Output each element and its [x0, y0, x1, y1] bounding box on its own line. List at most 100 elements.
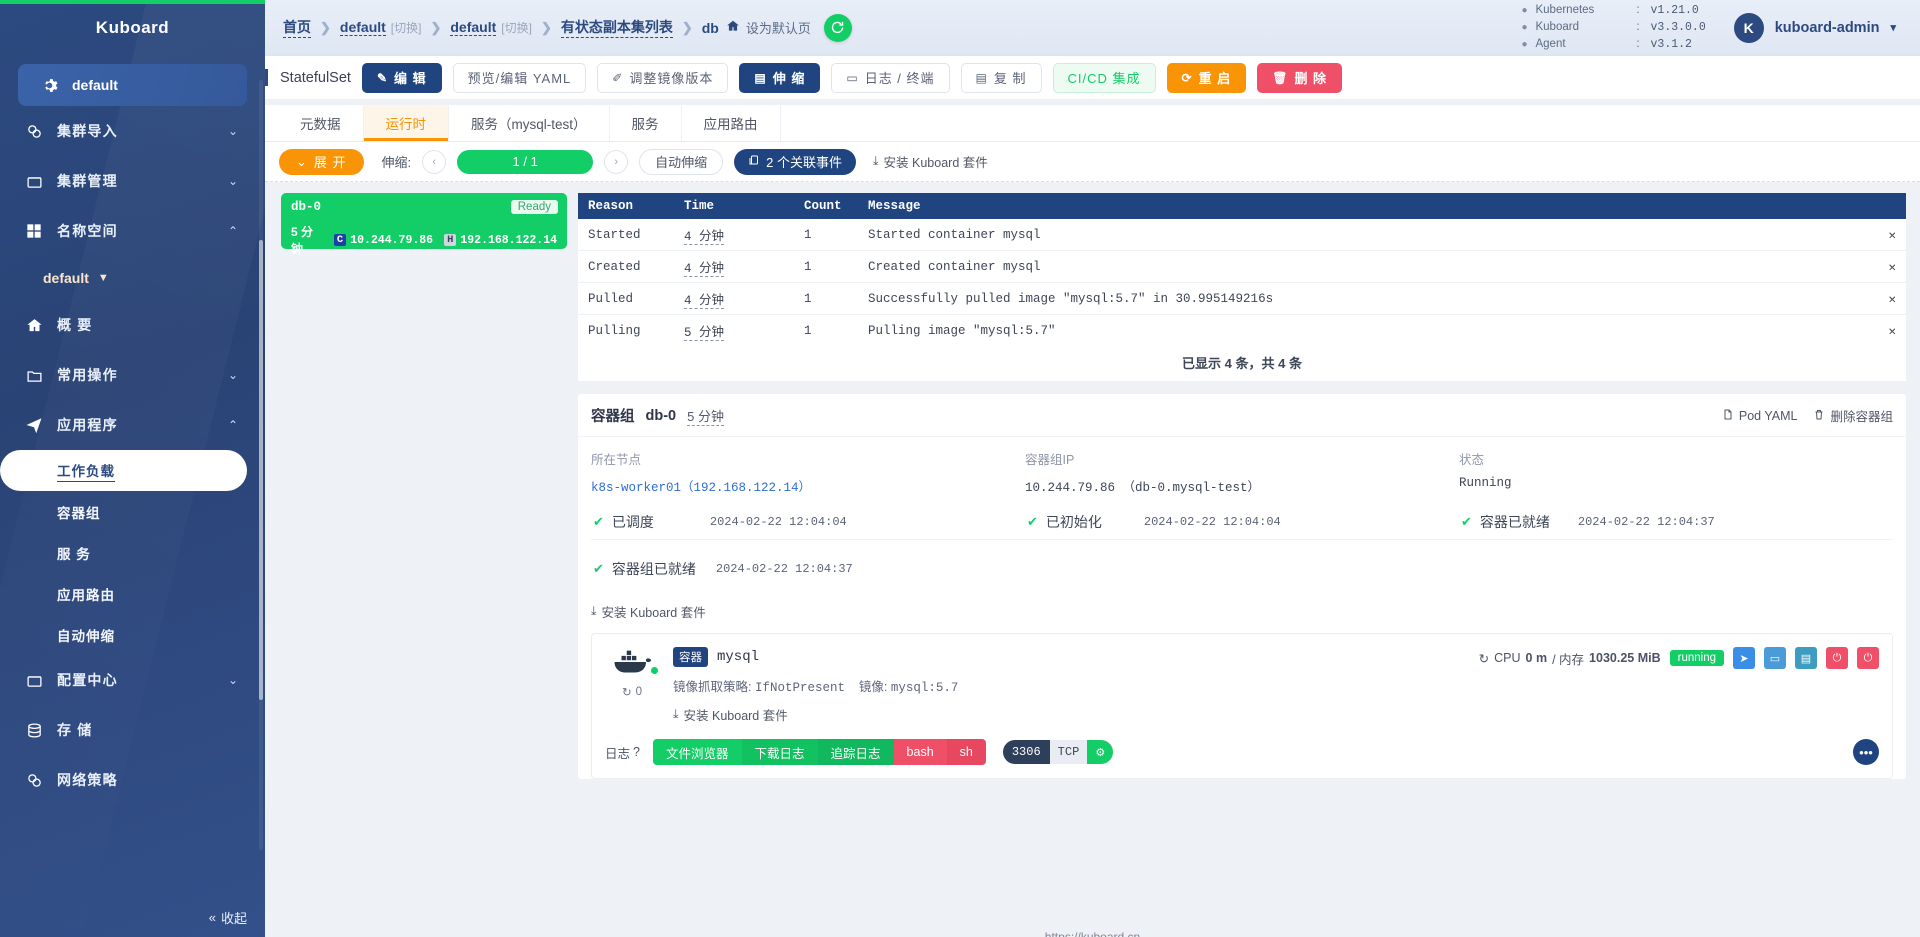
pencil-icon: ✎ [376, 70, 388, 85]
sidebar-item-cluster-import[interactable]: 集群导入 ⌄ [0, 106, 265, 156]
tab-metadata[interactable]: 元数据 [278, 105, 364, 141]
sidebar-item-common-ops[interactable]: 常用操作 ⌄ [0, 350, 265, 400]
set-default-page-button[interactable]: 设为默认页 [726, 18, 811, 37]
sidebar-item-applications[interactable]: 应用程序 ⌃ [0, 400, 265, 450]
trace-logs-button[interactable]: 追踪日志 [817, 739, 894, 765]
edit-button[interactable]: ✎ 编 辑 [361, 62, 442, 93]
container-log-row: 日志 ? 文件浏览器 下载日志 追踪日志 bash sh 3306 TCP ⚙ … [605, 739, 1879, 765]
sidebar-item-services[interactable]: 服 务 [0, 532, 265, 573]
event-time[interactable]: 4 分钟 [684, 262, 725, 277]
sidebar-scrollbar-thumb[interactable] [259, 240, 263, 700]
sidebar-item-storage[interactable]: 存 储 [0, 705, 265, 755]
sidebar-namespace-selector[interactable]: default ▼ [0, 256, 265, 300]
close-icon[interactable]: ✕ [1878, 282, 1906, 315]
preview-yaml-button[interactable]: 预览/编辑 YAML [452, 62, 587, 93]
breadcrumb-switch-cluster[interactable]: [切换] [391, 19, 422, 36]
delete-button[interactable]: 🗑 删 除 [1257, 62, 1343, 93]
related-events-button[interactable]: 2 个关联事件 [734, 148, 857, 175]
adjust-image-version-button[interactable]: ✐ 调整镜像版本 [597, 62, 729, 93]
scale-decrease-button[interactable]: ‹ [422, 149, 447, 174]
more-actions-button[interactable]: ••• [1853, 739, 1879, 765]
sidebar-item-ingress[interactable]: 应用路由 [0, 573, 265, 614]
version-colon: : [1636, 4, 1640, 16]
close-icon[interactable]: ✕ [1878, 315, 1906, 347]
event-message: Created container mysql [858, 250, 1879, 283]
restart-icon: ↻ [621, 687, 632, 699]
sidebar-collapse-button[interactable]: « 收起 [209, 908, 247, 927]
chevron-down-icon: ⌄ [227, 124, 238, 138]
sh-button[interactable]: sh [946, 739, 986, 765]
event-count: 1 [794, 282, 858, 315]
button-label: 调整镜像版本 [629, 71, 714, 86]
check-icon: ✔ [1027, 514, 1038, 529]
send-icon [25, 416, 43, 434]
help-icon[interactable]: ? [633, 745, 640, 759]
monitor-icon[interactable]: ▭ [1764, 647, 1786, 669]
copy-icon: ▤ [975, 70, 988, 85]
install-kuboard-suite-link-2[interactable]: ⤓ 安装 Kuboard 套件 [578, 592, 1906, 633]
refresh-icon[interactable]: ↻ [1479, 651, 1489, 666]
sidebar-item-overview[interactable]: 概 要 [0, 300, 265, 350]
restart-button[interactable]: ⟳ 重 启 [1166, 62, 1247, 93]
event-time[interactable]: 5 分钟 [684, 326, 725, 341]
sidebar-item-config-center[interactable]: 配置中心 ⌄ [0, 655, 265, 705]
breadcrumb-item-cluster[interactable]: default [339, 19, 386, 36]
tab-ingress[interactable]: 应用路由 [682, 105, 781, 141]
scale-button[interactable]: ▤ 伸 缩 [739, 62, 821, 93]
tab-service-mysql-test[interactable]: 服务（mysql-test） [449, 105, 610, 141]
sidebar-item-namespace[interactable]: 名称空间 ⌃ [0, 206, 265, 256]
scale-increase-button[interactable]: › [604, 149, 629, 174]
user-menu[interactable]: K kuboard-admin ▾ [1733, 12, 1902, 43]
box-icon [25, 172, 43, 190]
breadcrumb-switch-namespace[interactable]: [切换] [501, 19, 532, 36]
scale-indicator[interactable]: 1 / 1 [457, 149, 594, 174]
meta-value-node[interactable]: k8s-worker01（192.168.122.14） [591, 476, 1025, 495]
event-time[interactable]: 4 分钟 [684, 230, 725, 245]
sidebar-item-cluster-manage[interactable]: 集群管理 ⌄ [0, 156, 265, 206]
breadcrumb-item-statefulset-list[interactable]: 有状态副本集列表 [560, 17, 673, 38]
rocket-icon[interactable]: ➤ [1733, 647, 1755, 669]
sidebar-sub-label: 服 务 [57, 546, 91, 562]
event-time[interactable]: 4 分钟 [684, 294, 725, 309]
logs-terminal-button[interactable]: ▭ 日志 / 终端 [831, 62, 950, 93]
install-kuboard-suite-link[interactable]: ⤓ 安装 Kuboard 套件 [873, 152, 988, 171]
pod-detail-age[interactable]: 5 分钟 [687, 406, 724, 426]
sidebar-item-network-policy[interactable]: 网络策略 [0, 755, 265, 805]
tab-bar: 元数据 运行时 服务（mysql-test） 服务 应用路由 [265, 105, 1920, 142]
download-logs-button[interactable]: 下载日志 [741, 739, 818, 765]
file-icon [1722, 408, 1734, 424]
sidebar-item-autoscale[interactable]: 自动伸缩 [0, 614, 265, 655]
breadcrumb-item-home[interactable]: 首页 [283, 17, 311, 38]
sidebar-item-pods[interactable]: 容器组 [0, 491, 265, 532]
pod-detail-panel: 容器组 db-0 5 分钟 Pod YAML 删除容器组 所在节点 k8s-wo… [578, 394, 1906, 779]
pod-yaml-button[interactable]: Pod YAML [1722, 406, 1797, 425]
file-browser-button[interactable]: 文件浏览器 [653, 739, 742, 765]
port-chip[interactable]: 3306 TCP ⚙ [1002, 740, 1114, 764]
container-main: 容器 mysql 镜像抓取策略: IfNotPresent 镜像: mysql:… [673, 647, 1465, 724]
install-kuboard-suite-link-3[interactable]: ⤓ 安装 Kuboard 套件 [673, 705, 1465, 724]
database-icon [25, 721, 43, 739]
container-name-row: 容器 mysql [673, 647, 1465, 667]
power-icon[interactable]: ⏻ [1857, 647, 1879, 669]
sidebar-item-cluster-default[interactable]: default [18, 64, 247, 106]
sidebar-item-workloads[interactable]: 工作负载 [0, 450, 247, 491]
bash-button[interactable]: bash [893, 739, 947, 765]
breadcrumb-item-namespace[interactable]: default [450, 19, 497, 36]
pod-card[interactable]: db-0 Ready 5 分钟 C 10.244.79.86 H 192.168… [281, 193, 567, 256]
tab-runtime[interactable]: 运行时 [363, 105, 449, 141]
event-count: 1 [804, 323, 812, 338]
delete-pod-button[interactable]: 删除容器组 [1813, 406, 1893, 425]
cicd-button[interactable]: CI/CD 集成 [1052, 62, 1156, 93]
sidebar-cluster-label: default [72, 77, 118, 93]
version-value: v3.3.0.0 [1650, 21, 1706, 34]
refresh-icon[interactable] [823, 13, 852, 42]
tab-service[interactable]: 服务 [610, 105, 682, 141]
port-forward-icon[interactable]: ⚙ [1087, 740, 1114, 764]
layers-icon[interactable]: ▤ [1795, 647, 1817, 669]
stop-icon[interactable]: ⏻ [1826, 647, 1848, 669]
copy-button[interactable]: ▤ 复 制 [960, 62, 1042, 93]
autoscale-button[interactable]: 自动伸缩 [639, 148, 724, 175]
close-icon[interactable]: ✕ [1878, 250, 1906, 283]
close-icon[interactable]: ✕ [1878, 219, 1906, 251]
expand-button[interactable]: ⌄ 展 开 [279, 148, 364, 175]
